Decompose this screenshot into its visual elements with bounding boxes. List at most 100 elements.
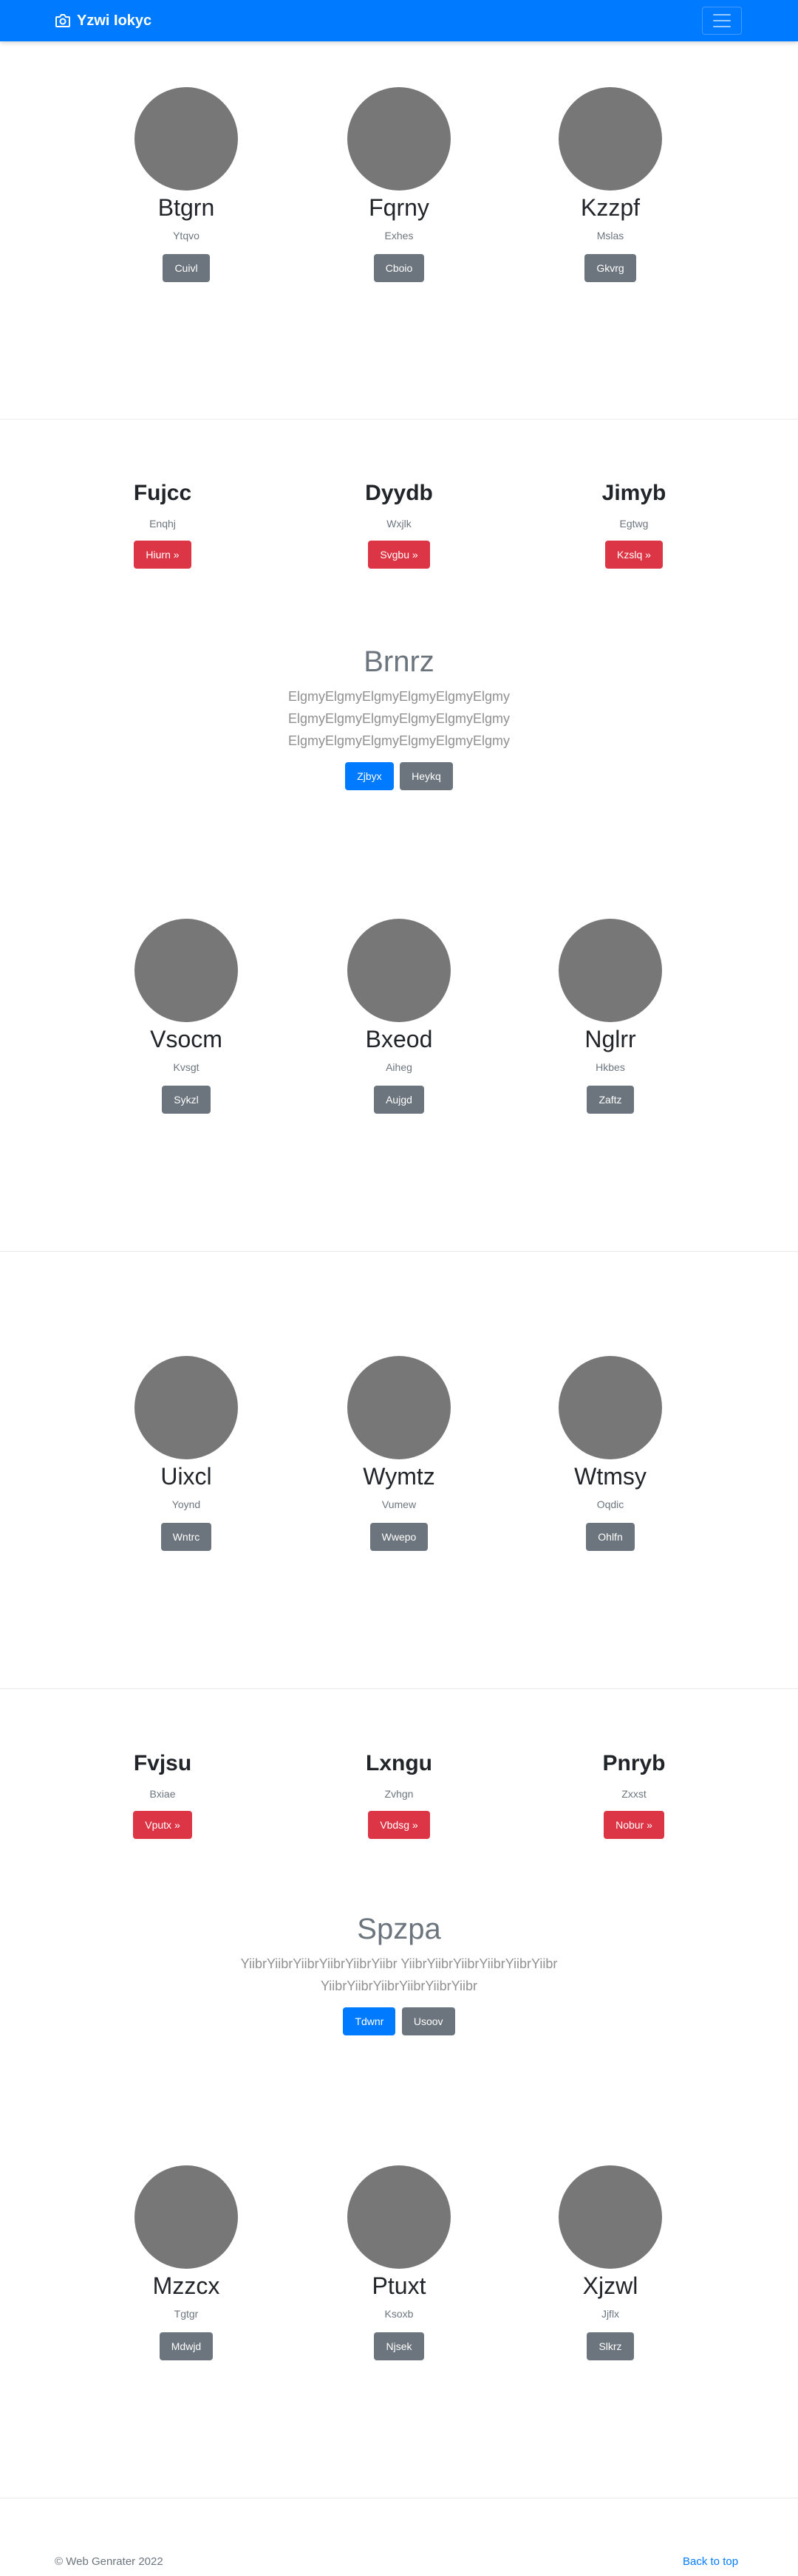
footer-copyright: © Web Genrater 2022: [55, 2555, 163, 2568]
profile-card: Btgrn Ytqvo Cuivl: [75, 87, 297, 282]
profile-name: Btgrn: [157, 194, 215, 221]
feature-subtitle: Zxxst: [621, 1788, 647, 1800]
feature-card: Lxngu Zvhgn Vbdsg »: [288, 1750, 510, 1839]
profile-card: Uixcl Yoynd Wntrc: [75, 1356, 297, 1551]
avatar: [134, 2165, 238, 2269]
profile-subtitle: Kvsgt: [173, 1061, 200, 1073]
profile-button[interactable]: Gkvrg: [584, 254, 636, 282]
feature-card: Dyydb Wxjlk Svgbu »: [288, 480, 510, 569]
profile-card: Vsocm Kvsgt Sykzl: [75, 919, 297, 1114]
avatar: [347, 87, 451, 191]
feature-subtitle: Wxjlk: [386, 518, 412, 530]
feature-button[interactable]: Vputx »: [133, 1811, 192, 1839]
profile-button[interactable]: Wntrc: [160, 1523, 212, 1551]
profile-button[interactable]: Cuivl: [163, 254, 210, 282]
jumbotron: Brnrz ElgmyElgmyElgmyElgmyElgmyElgmy Elg…: [177, 644, 621, 790]
feature-title: Lxngu: [366, 1751, 432, 1775]
navbar-brand[interactable]: Yzwi Iokyc: [55, 10, 151, 31]
avatar: [347, 1356, 451, 1459]
navbar-toggler-button[interactable]: [702, 7, 742, 35]
avatar: [559, 87, 662, 191]
secondary-button[interactable]: Heykq: [400, 762, 453, 790]
jumbotron-buttons: Zjbyx Heykq: [177, 762, 621, 790]
profile-card: Xjzwl Jjflx Slkrz: [499, 2165, 721, 2360]
feature-subtitle: Bxiae: [149, 1788, 176, 1800]
jumbotron-lead: ElgmyElgmyElgmyElgmyElgmyElgmy ElgmyElgm…: [287, 689, 511, 748]
profile-subtitle: Jjflx: [601, 2308, 620, 2320]
jumbotron-lead: YiibrYiibrYiibrYiibrYiibrYiibr YiibrYiib…: [240, 1956, 558, 1993]
feature-button[interactable]: Svgbu »: [368, 541, 430, 569]
feature-title: Dyydb: [365, 481, 433, 505]
feature-title: Fvjsu: [133, 1751, 192, 1775]
profile-card: Ptuxt Ksoxb Njsek: [288, 2165, 510, 2360]
profile-subtitle: Ytqvo: [173, 230, 200, 242]
profile-button[interactable]: Njsek: [374, 2332, 424, 2360]
profile-subtitle: Oqdic: [596, 1498, 624, 1510]
profile-subtitle: Ksoxb: [384, 2308, 414, 2320]
feature-title: Fujcc: [133, 481, 192, 505]
section-divider: [0, 1688, 798, 1689]
profile-name: Wymtz: [363, 1463, 435, 1490]
primary-button[interactable]: Tdwnr: [343, 2007, 396, 2035]
profile-subtitle: Aiheg: [386, 1061, 412, 1073]
profile-name: Ptuxt: [372, 2272, 426, 2299]
profile-subtitle: Yoynd: [171, 1498, 201, 1510]
avatar: [559, 2165, 662, 2269]
profile-name: Nglrr: [584, 1026, 636, 1052]
avatar: [134, 919, 238, 1022]
profile-button[interactable]: Wwepo: [369, 1523, 429, 1551]
navbar: Yzwi Iokyc: [0, 0, 798, 41]
profile-subtitle: Hkbes: [596, 1061, 625, 1073]
profile-card: Wymtz Vumew Wwepo: [288, 1356, 510, 1551]
profile-name: Mzzcx: [152, 2272, 220, 2299]
profile-card: Fqrny Exhes Cboio: [288, 87, 510, 282]
profile-button[interactable]: Sykzl: [162, 1086, 211, 1114]
feature-title: Jimyb: [601, 481, 666, 505]
feature-card: Jimyb Egtwg Kzslq »: [523, 480, 745, 569]
avatar: [134, 1356, 238, 1459]
feature-subtitle: Enqhj: [149, 518, 176, 530]
profile-name: Xjzwl: [582, 2272, 638, 2299]
profile-card: Wtmsy Oqdic Ohlfn: [499, 1356, 721, 1551]
secondary-button[interactable]: Usoov: [401, 2007, 455, 2035]
profile-subtitle: Vumew: [381, 1498, 417, 1510]
feature-button[interactable]: Nobur »: [604, 1811, 664, 1839]
primary-button[interactable]: Zjbyx: [345, 762, 394, 790]
profile-button[interactable]: Zaftz: [587, 1086, 634, 1114]
profile-button[interactable]: Mdwjd: [159, 2332, 214, 2360]
feature-subtitle: Zvhgn: [384, 1788, 414, 1800]
profile-card: Kzzpf Mslas Gkvrg: [499, 87, 721, 282]
section-divider: [0, 1251, 798, 1252]
avatar: [134, 87, 238, 191]
avatar: [559, 919, 662, 1022]
jumbotron-buttons: Tdwnr Usoov: [148, 2007, 650, 2035]
feature-button[interactable]: Vbdsg »: [368, 1811, 430, 1839]
profile-button[interactable]: Slkrz: [587, 2332, 634, 2360]
feature-button[interactable]: Hiurn »: [134, 541, 191, 569]
feature-card: Fujcc Enqhj Hiurn »: [52, 480, 273, 569]
jumbotron-title: Spzpa: [357, 1913, 441, 1945]
profile-name: Uixcl: [160, 1463, 212, 1490]
profile-button[interactable]: Cboio: [373, 254, 425, 282]
profile-button[interactable]: Aujgd: [374, 1086, 424, 1114]
profile-subtitle: Exhes: [384, 230, 414, 242]
feature-card: Pnryb Zxxst Nobur »: [523, 1750, 745, 1839]
back-to-top-link[interactable]: Back to top: [683, 2555, 738, 2568]
profile-card: Mzzcx Tgtgr Mdwjd: [75, 2165, 297, 2360]
profile-name: Wtmsy: [574, 1463, 647, 1490]
profile-name: Bxeod: [365, 1026, 433, 1052]
avatar: [347, 919, 451, 1022]
brand-label: Yzwi Iokyc: [77, 12, 152, 29]
profile-subtitle: Tgtgr: [174, 2308, 199, 2320]
hamburger-icon: [713, 14, 731, 16]
profile-name: Fqrny: [369, 194, 429, 221]
profile-name: Kzzpf: [580, 194, 641, 221]
jumbotron-title: Brnrz: [364, 645, 434, 678]
profile-button[interactable]: Ohlfn: [586, 1523, 635, 1551]
feature-button[interactable]: Kzslq »: [605, 541, 663, 569]
feature-card: Fvjsu Bxiae Vputx »: [52, 1750, 273, 1839]
profile-subtitle: Mslas: [596, 230, 624, 242]
avatar: [559, 1356, 662, 1459]
jumbotron: Spzpa YiibrYiibrYiibrYiibrYiibrYiibr Yii…: [148, 1911, 650, 2035]
profile-card: Nglrr Hkbes Zaftz: [499, 919, 721, 1114]
